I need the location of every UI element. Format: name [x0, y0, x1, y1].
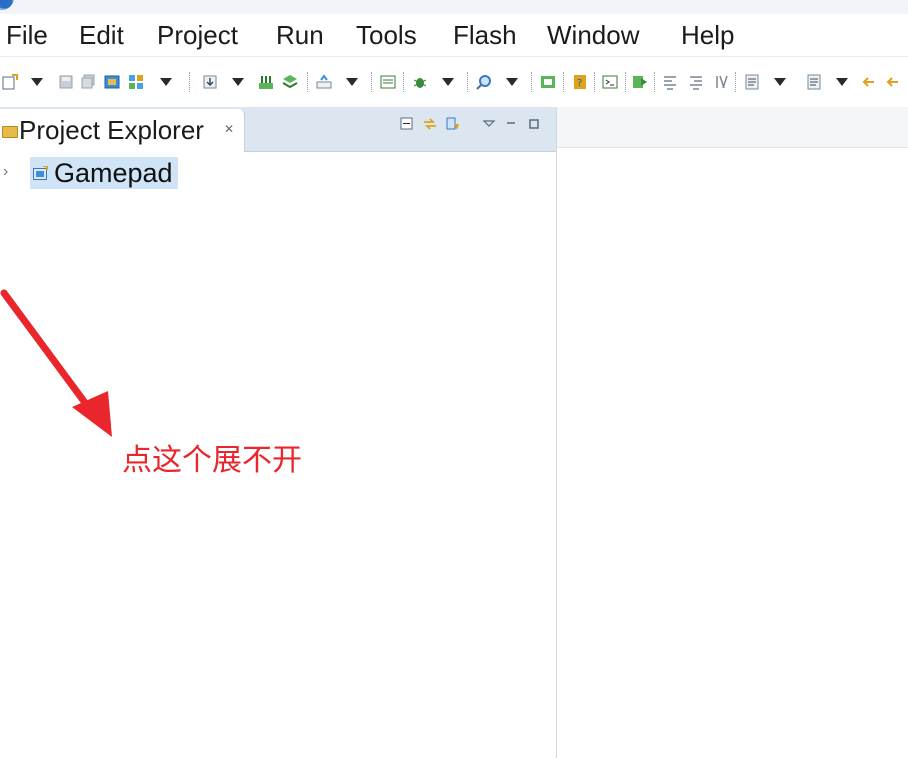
- menu-run[interactable]: Run: [276, 20, 324, 50]
- link-with-editor-icon[interactable]: [423, 117, 437, 131]
- components-dropdown-icon[interactable]: [160, 78, 172, 86]
- tree-node-selected[interactable]: Gamepad: [30, 157, 178, 189]
- svg-text:?: ?: [577, 78, 582, 89]
- align-left-icon[interactable]: [662, 74, 678, 90]
- app-logo-icon: [0, 0, 14, 10]
- editor-tab-row: [557, 107, 908, 148]
- terminal-icon[interactable]: [602, 74, 618, 90]
- tab-project-explorer[interactable]: Project Explorer ✕: [0, 109, 245, 152]
- next-annotation-icon[interactable]: [744, 74, 760, 90]
- project-explorer-view: Project Explorer ✕ › Gamepad 点这个展不开: [0, 107, 557, 758]
- new-flash-project-icon[interactable]: [104, 74, 120, 90]
- align-right-icon[interactable]: [688, 74, 704, 90]
- new-dropdown-icon[interactable]: [31, 78, 43, 86]
- folder-icon: [2, 126, 18, 138]
- new-file-icon[interactable]: [2, 74, 18, 90]
- next-annotation-dropdown-icon[interactable]: [774, 78, 786, 86]
- toolbar-separator: [189, 72, 191, 92]
- editor-area: [557, 107, 908, 758]
- toolbar-separator: [625, 72, 627, 92]
- menu-flash[interactable]: Flash: [453, 20, 517, 50]
- view-menu-icon[interactable]: [482, 117, 496, 131]
- view-tab-row: Project Explorer ✕: [0, 107, 556, 152]
- toolbar-separator: [563, 72, 565, 92]
- tab-label: Project Explorer: [19, 115, 204, 145]
- build-all-icon[interactable]: [258, 74, 274, 90]
- console-icon[interactable]: [380, 74, 396, 90]
- help-file-icon[interactable]: ?: [572, 74, 588, 90]
- maximize-icon[interactable]: [527, 117, 541, 131]
- previous-annotation-dropdown-icon[interactable]: [836, 78, 848, 86]
- toolbar-separator: [371, 72, 373, 92]
- toolbar-separator: [735, 72, 737, 92]
- components-icon[interactable]: [128, 74, 144, 90]
- minimize-icon[interactable]: [504, 117, 518, 131]
- debug-dropdown-icon[interactable]: [442, 78, 454, 86]
- search-icon[interactable]: [476, 74, 492, 90]
- deploy-icon[interactable]: [316, 74, 332, 90]
- close-icon[interactable]: ✕: [224, 122, 234, 136]
- toolbar-separator: [654, 72, 656, 92]
- toolbar-separator: [467, 72, 469, 92]
- annotation-arrow-icon: [0, 289, 112, 437]
- download-icon[interactable]: [202, 74, 218, 90]
- expand-chevron-icon[interactable]: ›: [3, 163, 8, 181]
- save-all-icon[interactable]: [80, 74, 96, 90]
- menu-file[interactable]: File: [6, 20, 48, 50]
- filter-icon[interactable]: [446, 117, 460, 131]
- annotation-label: 点这个展不开: [122, 443, 302, 478]
- menu-help[interactable]: Help: [681, 20, 734, 50]
- last-edit-icon[interactable]: [860, 74, 876, 90]
- toolbar-separator: [307, 72, 309, 92]
- menu-bar: File Edit Project Run Tools Flash Window…: [0, 14, 908, 57]
- menu-edit[interactable]: Edit: [79, 20, 124, 50]
- toolbar-separator: [531, 72, 533, 92]
- flash-project-icon: [33, 166, 48, 180]
- save-icon[interactable]: [58, 74, 74, 90]
- main-toolbar: ?: [0, 57, 908, 108]
- run-icon[interactable]: [632, 74, 648, 90]
- toolbar-separator: [594, 72, 596, 92]
- download-dropdown-icon[interactable]: [232, 78, 244, 86]
- back-icon[interactable]: [884, 74, 900, 90]
- menu-project[interactable]: Project: [157, 20, 238, 50]
- library-icon[interactable]: [282, 74, 298, 90]
- collapse-all-icon[interactable]: [400, 117, 414, 131]
- search-dropdown-icon[interactable]: [506, 78, 518, 86]
- format-icon[interactable]: [714, 74, 730, 90]
- tree-item-label: Gamepad: [54, 158, 173, 188]
- previous-annotation-icon[interactable]: [806, 74, 822, 90]
- deploy-dropdown-icon[interactable]: [346, 78, 358, 86]
- toolbar-separator: [403, 72, 405, 92]
- menu-window[interactable]: Window: [547, 20, 639, 50]
- menu-tools[interactable]: Tools: [356, 20, 417, 50]
- tree-item-gamepad[interactable]: › Gamepad: [0, 155, 556, 191]
- title-bar: [0, 0, 908, 14]
- id-icon[interactable]: [540, 74, 556, 90]
- debug-icon[interactable]: [412, 74, 428, 90]
